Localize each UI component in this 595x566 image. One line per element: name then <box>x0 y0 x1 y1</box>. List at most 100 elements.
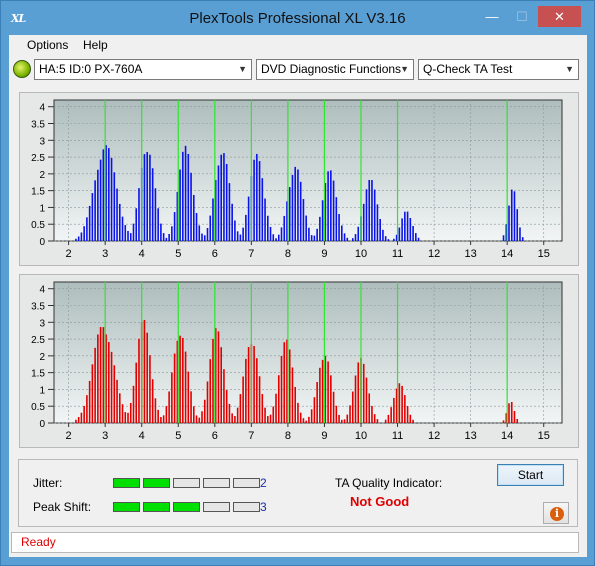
bar <box>212 198 214 241</box>
bar <box>510 189 513 241</box>
x-tick-label: 14 <box>501 430 513 442</box>
meter-segment <box>173 502 200 512</box>
bar <box>149 154 151 241</box>
bar <box>146 152 148 241</box>
menu-options[interactable]: Options <box>27 38 68 52</box>
y-tick-label: 2.5 <box>31 335 45 346</box>
chevron-down-icon: ▼ <box>238 64 247 74</box>
title-bar[interactable]: XL PlexTools Professional XL V3.16 — ☐ ✕ <box>1 1 594 35</box>
y-tick-label: 2 <box>39 170 45 181</box>
bar <box>157 409 159 423</box>
bar <box>294 166 297 241</box>
bar <box>275 393 277 423</box>
bar <box>357 362 360 423</box>
bar <box>302 199 305 241</box>
bar <box>288 187 291 241</box>
bar <box>280 355 283 423</box>
x-tick-label: 2 <box>66 430 72 442</box>
bar <box>508 205 510 241</box>
jitter-chart: 0 0.5 1 1.5 2 2.5 3 3.5 4 2 3 4 5 6 7 8 9 10 11 12 13 14 15 <box>20 93 578 265</box>
bar <box>203 235 206 241</box>
menu-help[interactable]: Help <box>83 38 108 52</box>
bar <box>247 196 250 241</box>
bar <box>209 359 212 423</box>
x-tick-label: 2 <box>66 248 72 260</box>
bar <box>146 332 148 423</box>
bar <box>179 335 181 423</box>
bar <box>234 220 236 241</box>
bar <box>225 163 228 241</box>
bar <box>294 386 297 423</box>
bar <box>376 204 379 241</box>
bar <box>404 211 406 241</box>
y-tick-label: 1 <box>39 385 45 396</box>
bar <box>373 414 376 423</box>
maximize-button[interactable]: ☐ <box>508 6 536 27</box>
bar <box>143 154 146 241</box>
bar <box>102 327 105 423</box>
bar <box>138 338 140 423</box>
bar <box>83 226 85 241</box>
bar <box>349 405 351 423</box>
meter-segment <box>173 478 200 488</box>
y-tick-label: 1.5 <box>31 369 45 380</box>
bar <box>75 238 77 241</box>
bar <box>165 406 168 423</box>
bar <box>184 145 187 241</box>
bar <box>102 149 105 241</box>
bar <box>190 172 192 241</box>
x-tick-label: 15 <box>538 248 550 260</box>
bar <box>357 226 360 241</box>
bar <box>236 231 239 241</box>
bar <box>401 385 403 423</box>
bar <box>365 377 368 423</box>
bar <box>310 235 313 241</box>
bar <box>220 347 223 423</box>
bar <box>299 181 302 241</box>
bar <box>129 403 132 423</box>
meter-segment <box>113 502 140 512</box>
bar <box>305 420 307 423</box>
info-button[interactable]: i <box>543 502 569 524</box>
bar <box>415 233 417 241</box>
x-tick-label: 8 <box>285 248 291 260</box>
bar <box>195 415 198 423</box>
bar <box>151 379 154 423</box>
drive-select[interactable]: HA:5 ID:0 PX-760A ▼ <box>34 59 252 80</box>
meter-segment <box>233 502 260 512</box>
bar <box>417 237 420 241</box>
minimize-button[interactable]: — <box>478 6 506 27</box>
bar <box>406 211 409 241</box>
function-select[interactable]: DVD Diagnostic Functions ▼ <box>256 59 414 80</box>
meter-segment <box>203 502 230 512</box>
bar <box>99 327 102 423</box>
y-tick-label: 0.5 <box>31 402 45 413</box>
bar <box>154 398 157 423</box>
x-tick-label: 6 <box>212 248 218 260</box>
y-tick-label: 3.5 <box>31 120 45 131</box>
bar <box>198 225 201 241</box>
bar <box>308 227 310 241</box>
bar <box>201 233 203 241</box>
results-panel: Jitter: 2 Peak Shift: 3 TA Quality Indic… <box>18 459 578 527</box>
bar <box>182 337 184 423</box>
close-button[interactable]: ✕ <box>538 6 581 27</box>
test-select[interactable]: Q-Check TA Test ▼ <box>418 59 579 80</box>
x-tick-label: 5 <box>175 430 181 442</box>
bar <box>319 216 321 241</box>
y-tick-label: 2.5 <box>31 153 45 164</box>
ta-quality-label: TA Quality Indicator: <box>335 476 443 490</box>
bar <box>247 347 250 423</box>
bar <box>108 342 110 423</box>
bar <box>198 417 201 423</box>
bar <box>129 233 132 241</box>
x-tick-label: 10 <box>355 430 367 442</box>
bar <box>187 153 190 241</box>
start-button[interactable]: Start <box>497 464 564 486</box>
bar <box>91 364 94 423</box>
bar <box>88 205 91 241</box>
bar <box>239 394 242 423</box>
bar <box>404 395 406 423</box>
bar <box>371 405 373 423</box>
x-tick-label: 12 <box>428 248 440 260</box>
